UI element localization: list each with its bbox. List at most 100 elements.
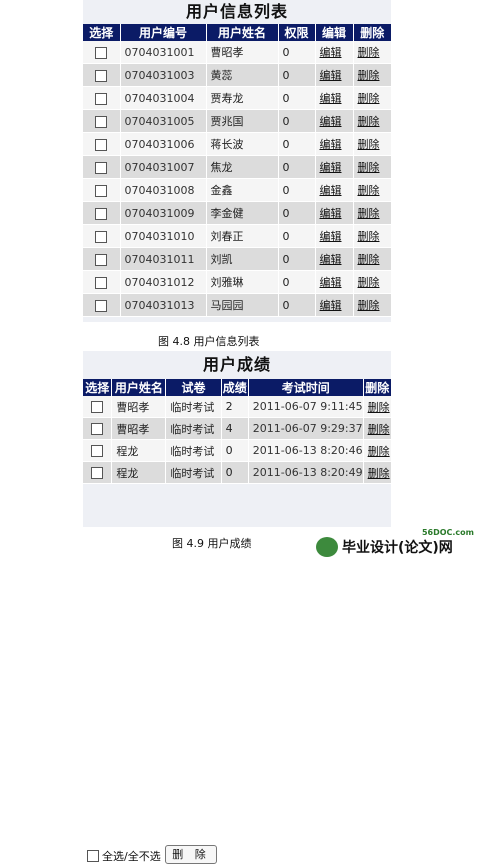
delete-cell: 删除 — [353, 270, 391, 294]
edit-link[interactable]: 编辑 — [320, 115, 342, 128]
row-checkbox[interactable] — [91, 467, 104, 479]
user-name-cell: 刘凯 — [206, 247, 279, 271]
table-row: 程龙 临时考试 0 2011-06-13 8:20:46 删除 — [83, 439, 391, 462]
edit-link[interactable]: 编辑 — [320, 276, 342, 289]
table-row: 程龙 临时考试 0 2011-06-13 8:20:49 删除 — [83, 461, 391, 484]
row-checkbox[interactable] — [95, 230, 108, 243]
delete-link[interactable]: 删除 — [358, 253, 380, 266]
delete-link[interactable]: 删除 — [358, 299, 380, 312]
row-checkbox[interactable] — [95, 184, 108, 197]
edit-link[interactable]: 编辑 — [320, 46, 342, 59]
exam-time-cell: 2011-06-07 9:11:45 — [248, 396, 364, 418]
user-id-cell: 0704031004 — [120, 86, 207, 110]
row-checkbox[interactable] — [91, 445, 104, 457]
delete-link[interactable]: 删除 — [358, 69, 380, 82]
user-name-cell: 刘雅琳 — [206, 270, 279, 294]
score-cell: 0 — [221, 461, 249, 484]
delete-link[interactable]: 删除 — [368, 467, 390, 480]
user-id-cell: 0704031007 — [120, 155, 207, 179]
edit-link[interactable]: 编辑 — [320, 69, 342, 82]
select-cell — [83, 247, 121, 271]
edit-link[interactable]: 编辑 — [320, 161, 342, 174]
delete-link[interactable]: 删除 — [358, 138, 380, 151]
user-name-cell: 程龙 — [111, 461, 167, 484]
delete-link[interactable]: 删除 — [368, 401, 390, 414]
select-cell — [83, 201, 121, 225]
row-checkbox[interactable] — [95, 207, 108, 220]
edit-cell: 编辑 — [315, 155, 354, 179]
delete-cell: 删除 — [353, 63, 391, 87]
figure-caption-4-8: 图 4.8 用户信息列表 — [158, 335, 260, 348]
table-row: 曹昭孝 临时考试 2 2011-06-07 9:11:45 删除 — [83, 396, 391, 418]
edit-cell: 编辑 — [315, 201, 354, 225]
delete-link[interactable]: 删除 — [358, 46, 380, 59]
user-name-cell: 蒋长波 — [206, 132, 279, 156]
paper-cell: 临时考试 — [165, 439, 222, 462]
edit-link[interactable]: 编辑 — [320, 184, 342, 197]
edit-link[interactable]: 编辑 — [320, 92, 342, 105]
select-all-checkbox[interactable] — [87, 850, 99, 862]
delete-cell: 删除 — [353, 86, 391, 110]
edit-cell: 编辑 — [315, 63, 354, 87]
user-id-cell: 0704031009 — [120, 201, 207, 225]
delete-link[interactable]: 删除 — [358, 276, 380, 289]
row-checkbox[interactable] — [95, 276, 108, 289]
row-checkbox[interactable] — [95, 69, 108, 82]
permission-cell: 0 — [278, 247, 316, 271]
delete-link[interactable]: 删除 — [368, 423, 390, 436]
table-row: 0704031003 黄蕊 0 编辑 删除 — [83, 63, 391, 87]
edit-link[interactable]: 编辑 — [320, 299, 342, 312]
row-checkbox[interactable] — [95, 46, 108, 59]
permission-cell: 0 — [278, 63, 316, 87]
delete-cell: 删除 — [363, 439, 391, 462]
delete-cell: 删除 — [353, 41, 391, 64]
user-id-cell: 0704031012 — [120, 270, 207, 294]
user-id-cell: 0704031003 — [120, 63, 207, 87]
row-checkbox[interactable] — [91, 423, 104, 435]
row-checkbox[interactable] — [95, 138, 108, 151]
user-id-cell: 0704031011 — [120, 247, 207, 271]
edit-cell: 编辑 — [315, 132, 354, 156]
delete-link[interactable]: 删除 — [358, 161, 380, 174]
edit-link[interactable]: 编辑 — [320, 138, 342, 151]
edit-link[interactable]: 编辑 — [320, 253, 342, 266]
header-user-name: 用户姓名 — [206, 24, 279, 41]
edit-link[interactable]: 编辑 — [320, 230, 342, 243]
permission-cell: 0 — [278, 270, 316, 294]
select-cell — [83, 109, 121, 133]
user-name-cell: 李金健 — [206, 201, 279, 225]
edit-link[interactable]: 编辑 — [320, 207, 342, 220]
paper-cell: 临时考试 — [165, 417, 222, 440]
delete-link[interactable]: 删除 — [358, 92, 380, 105]
row-checkbox[interactable] — [95, 161, 108, 174]
delete-button[interactable]: 删 除 — [165, 845, 217, 864]
score-cell: 4 — [221, 417, 249, 440]
row-checkbox[interactable] — [95, 115, 108, 128]
user-info-panel: 用户信息列表 选择 用户编号 用户姓名 权限 编辑 删除 0704031001 曹… — [83, 0, 391, 322]
table-row: 0704031007 焦龙 0 编辑 删除 — [83, 155, 391, 179]
row-checkbox[interactable] — [95, 253, 108, 266]
delete-cell: 删除 — [353, 178, 391, 202]
user-name-cell: 刘春正 — [206, 224, 279, 248]
delete-cell: 删除 — [353, 201, 391, 225]
select-cell — [83, 293, 121, 317]
header-delete: 删除 — [353, 24, 391, 41]
table-row: 0704031008 金鑫 0 编辑 删除 — [83, 178, 391, 202]
exam-time-cell: 2011-06-13 8:20:46 — [248, 439, 364, 462]
delete-link[interactable]: 删除 — [368, 445, 390, 458]
paper-cell: 临时考试 — [165, 461, 222, 484]
select-cell — [83, 41, 121, 64]
delete-link[interactable]: 删除 — [358, 230, 380, 243]
delete-link[interactable]: 删除 — [358, 115, 380, 128]
header-select: 选择 — [83, 24, 121, 41]
delete-link[interactable]: 删除 — [358, 207, 380, 220]
header-score: 成绩 — [221, 379, 249, 396]
user-name-cell: 曹昭孝 — [206, 41, 279, 64]
row-checkbox[interactable] — [95, 92, 108, 105]
user-id-cell: 0704031006 — [120, 132, 207, 156]
row-checkbox[interactable] — [95, 299, 108, 312]
row-checkbox[interactable] — [91, 401, 104, 413]
user-name-cell: 焦龙 — [206, 155, 279, 179]
delete-link[interactable]: 删除 — [358, 184, 380, 197]
select-cell — [83, 417, 113, 440]
